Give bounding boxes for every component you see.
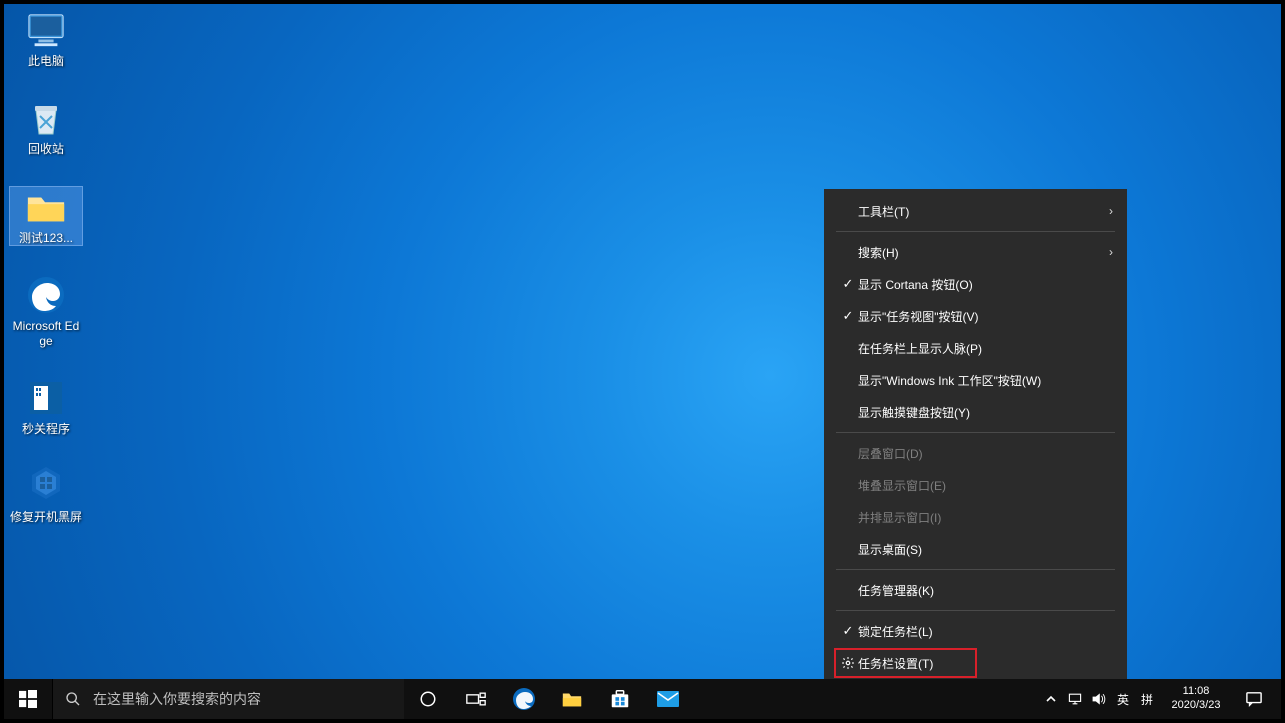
context-menu-item[interactable]: 显示"Windows Ink 工作区"按钮(W) bbox=[824, 364, 1127, 396]
context-menu-label: 显示"任务视图"按钮(V) bbox=[858, 308, 1113, 325]
context-menu-label: 显示桌面(S) bbox=[858, 541, 1113, 558]
pc-icon bbox=[24, 10, 68, 50]
context-menu-label: 并排显示窗口(I) bbox=[858, 509, 1113, 526]
desktop[interactable]: 此电脑回收站测试123... Microsoft Edge 秒关程序修复开机黑屏 工… bbox=[4, 4, 1281, 679]
tray-ime-lang[interactable]: 英 bbox=[1111, 679, 1135, 719]
menu-separator bbox=[836, 231, 1115, 232]
app-blue-icon bbox=[24, 378, 68, 418]
context-menu-label: 显示 Cortana 按钮(O) bbox=[858, 276, 1113, 293]
context-menu-item[interactable]: 显示桌面(S) bbox=[824, 533, 1127, 565]
taskbar: 英 拼 11:08 2020/3/23 bbox=[4, 679, 1281, 719]
pinned-microsoft-store[interactable] bbox=[596, 679, 644, 719]
taskbar-search[interactable] bbox=[52, 679, 404, 719]
desktop-icon-recycle[interactable]: 回收站 bbox=[10, 98, 82, 156]
cortana-button[interactable] bbox=[404, 679, 452, 719]
search-input[interactable] bbox=[93, 691, 404, 707]
desktop-icon-label: 回收站 bbox=[28, 142, 64, 156]
context-menu-label: 任务栏设置(T) bbox=[858, 655, 1113, 672]
check-icon: ✓ bbox=[838, 623, 858, 639]
desktop-icon-label: 修复开机黑屏 bbox=[10, 510, 82, 524]
desktop-icon-label: 秒关程序 bbox=[22, 422, 70, 436]
clock-date: 2020/3/23 bbox=[1172, 699, 1221, 713]
menu-separator bbox=[836, 432, 1115, 433]
system-tray: 英 拼 11:08 2020/3/23 bbox=[1039, 679, 1281, 719]
context-menu-item[interactable]: 任务栏设置(T) bbox=[824, 647, 1127, 679]
app-cube-icon bbox=[24, 466, 68, 506]
context-menu-item[interactable]: 工具栏(T)› bbox=[824, 195, 1127, 227]
desktop-icon-app-blue[interactable]: 秒关程序 bbox=[10, 378, 82, 436]
desktop-icon-label: 测试123... bbox=[19, 231, 73, 245]
chevron-right-icon: › bbox=[1109, 204, 1113, 218]
chevron-right-icon: › bbox=[1109, 245, 1113, 259]
context-menu-item[interactable]: 显示触摸键盘按钮(Y) bbox=[824, 396, 1127, 428]
context-menu-label: 层叠窗口(D) bbox=[858, 445, 1113, 462]
search-icon bbox=[53, 691, 93, 707]
context-menu-label: 在任务栏上显示人脉(P) bbox=[858, 340, 1113, 357]
context-menu-item: 堆叠显示窗口(E) bbox=[824, 469, 1127, 501]
desktop-icon-pc[interactable]: 此电脑 bbox=[10, 10, 82, 68]
check-icon: ✓ bbox=[838, 276, 858, 292]
context-menu-item: 层叠窗口(D) bbox=[824, 437, 1127, 469]
desktop-icon-folder[interactable]: 测试123... bbox=[10, 187, 82, 245]
context-menu-item[interactable]: ✓显示 Cortana 按钮(O) bbox=[824, 268, 1127, 300]
context-menu-label: 任务管理器(K) bbox=[858, 582, 1113, 599]
context-menu-item[interactable]: 搜索(H)› bbox=[824, 236, 1127, 268]
context-menu-label: 工具栏(T) bbox=[858, 203, 1109, 220]
context-menu-label: 搜索(H) bbox=[858, 244, 1109, 261]
menu-separator bbox=[836, 569, 1115, 570]
desktop-icon-edge[interactable]: Microsoft Edge bbox=[10, 275, 82, 348]
desktop-icon-label: Microsoft Edge bbox=[10, 319, 82, 348]
start-button[interactable] bbox=[4, 679, 52, 719]
context-menu-item: 并排显示窗口(I) bbox=[824, 501, 1127, 533]
tray-ime-mode[interactable]: 拼 bbox=[1135, 679, 1159, 719]
action-center-button[interactable] bbox=[1233, 691, 1275, 707]
pinned-edge[interactable] bbox=[500, 679, 548, 719]
clock-time: 11:08 bbox=[1183, 685, 1210, 699]
tray-volume-icon[interactable] bbox=[1087, 679, 1111, 719]
context-menu-label: 堆叠显示窗口(E) bbox=[858, 477, 1113, 494]
context-menu-label: 显示"Windows Ink 工作区"按钮(W) bbox=[858, 372, 1113, 389]
taskbar-context-menu: 工具栏(T)›搜索(H)›✓显示 Cortana 按钮(O)✓显示"任务视图"按… bbox=[824, 189, 1127, 679]
recycle-icon bbox=[24, 98, 68, 138]
context-menu-item[interactable]: 任务管理器(K) bbox=[824, 574, 1127, 606]
tray-chevron-up-icon[interactable] bbox=[1039, 679, 1063, 719]
task-view-button[interactable] bbox=[452, 679, 500, 719]
tray-network-icon[interactable] bbox=[1063, 679, 1087, 719]
context-menu-item[interactable]: 在任务栏上显示人脉(P) bbox=[824, 332, 1127, 364]
check-icon: ✓ bbox=[838, 308, 858, 324]
context-menu-item[interactable]: ✓锁定任务栏(L) bbox=[824, 615, 1127, 647]
context-menu-label: 锁定任务栏(L) bbox=[858, 623, 1113, 640]
folder-icon bbox=[24, 187, 68, 227]
context-menu-label: 显示触摸键盘按钮(Y) bbox=[858, 404, 1113, 421]
edge-icon bbox=[24, 275, 68, 315]
pinned-file-explorer[interactable] bbox=[548, 679, 596, 719]
gear-icon bbox=[838, 656, 858, 670]
taskbar-clock[interactable]: 11:08 2020/3/23 bbox=[1159, 685, 1233, 713]
desktop-icon-label: 此电脑 bbox=[28, 54, 64, 68]
desktop-icon-app-cube[interactable]: 修复开机黑屏 bbox=[10, 466, 82, 524]
context-menu-item[interactable]: ✓显示"任务视图"按钮(V) bbox=[824, 300, 1127, 332]
menu-separator bbox=[836, 610, 1115, 611]
pinned-mail[interactable] bbox=[644, 679, 692, 719]
